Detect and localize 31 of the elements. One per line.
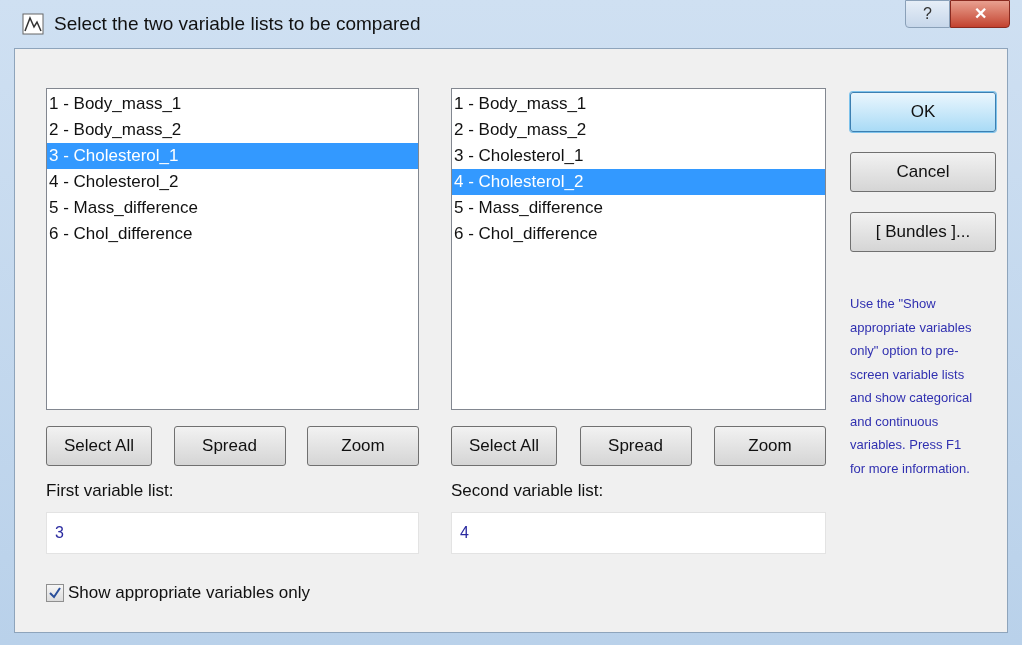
list-item[interactable]: 5 - Mass_difference	[452, 195, 825, 221]
help-button[interactable]: ?	[905, 0, 950, 28]
list-item[interactable]: 2 - Body_mass_2	[452, 117, 825, 143]
dialog-button[interactable]: Zoom	[714, 426, 826, 466]
field-label: Second variable list:	[451, 480, 605, 502]
list-item[interactable]: 2 - Body_mass_2	[47, 117, 418, 143]
help-text: Use the "Show appropriate variables only" option to pre-screen variable lists and show categorical and continuous variables. Press F1 for more information.	[850, 295, 974, 478]
list-item[interactable]: 3 - Cholesterol_1	[452, 143, 825, 169]
list-item[interactable]: 6 - Chol_difference	[47, 221, 418, 247]
dialog-button[interactable]: Select All	[451, 426, 557, 466]
dialog-button[interactable]: [ Bundles ]...	[850, 212, 996, 252]
variable-list[interactable]: 1 - Body_mass_1 2 - Body_mass_2 3 - Cholesterol_1 4 - Cholesterol_2 5 - Mass_difference 6 - Chol_difference	[451, 88, 826, 410]
input-field[interactable]: 4	[451, 512, 826, 554]
field-label: First variable list:	[46, 480, 175, 502]
dialog-button[interactable]: Zoom	[307, 426, 419, 466]
input-field[interactable]: 3	[46, 512, 419, 554]
dialog-button[interactable]: Cancel	[850, 152, 996, 192]
dialog-button[interactable]: Spread	[173, 426, 286, 466]
variable-list[interactable]: 1 - Body_mass_1 2 - Body_mass_2 3 - Cholesterol_1 4 - Cholesterol_2 5 - Mass_difference 6 - Chol_difference	[46, 88, 419, 410]
list-item[interactable]: 1 - Body_mass_1	[47, 91, 418, 117]
list-item[interactable]: 1 - Body_mass_1	[452, 91, 825, 117]
list-item[interactable]: 5 - Mass_difference	[47, 195, 418, 221]
dialog-button[interactable]: Select All	[46, 426, 152, 466]
dialog-button[interactable]: OK	[850, 92, 996, 132]
list-item[interactable]: 4 - Cholesterol_2	[47, 169, 418, 195]
list-item[interactable]: 6 - Chol_difference	[452, 221, 825, 247]
window-title: Select the two variable lists to be compared	[54, 11, 421, 36]
checkbox-option[interactable]: Show appropriate variables only	[46, 580, 310, 606]
app-icon	[22, 13, 44, 35]
checkbox[interactable]	[46, 583, 64, 602]
dialog-button[interactable]: Spread	[579, 426, 692, 466]
